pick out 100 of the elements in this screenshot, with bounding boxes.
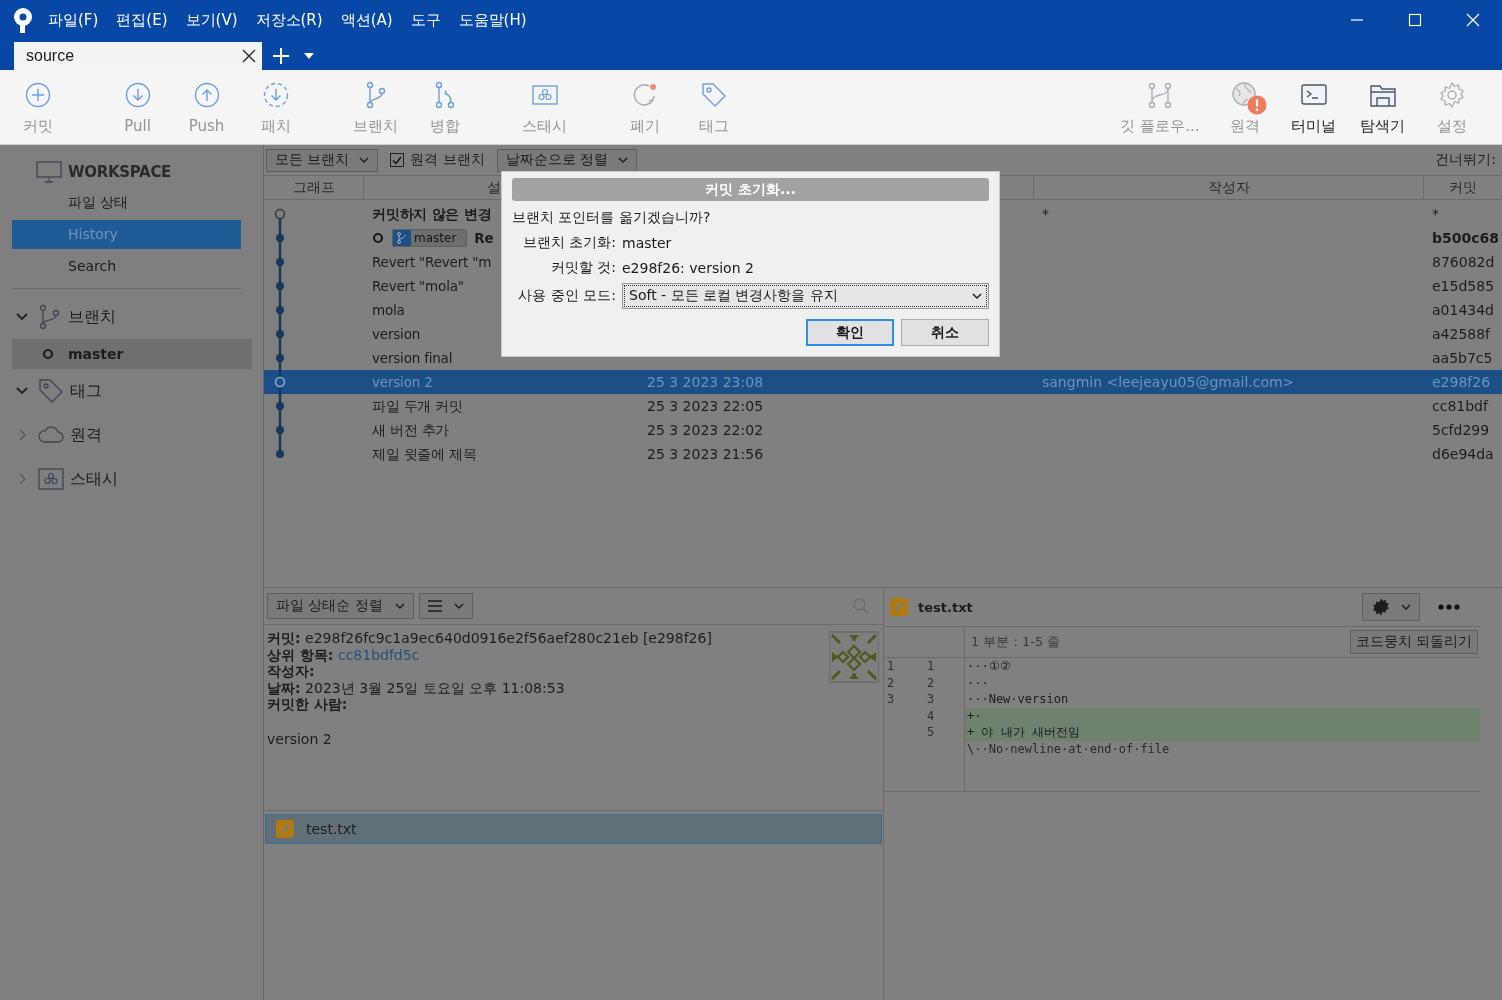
modified-file-icon	[890, 598, 908, 616]
commit-date: 25 3 2023 22:02	[646, 421, 765, 440]
list-icon	[427, 600, 442, 612]
branch-icon	[393, 230, 411, 246]
menu-item[interactable]: 파일(F)	[48, 10, 99, 30]
commit-message: 파일 두개 커밋	[372, 397, 463, 416]
settings-icon	[1371, 597, 1391, 617]
branch-dot-icon	[42, 348, 54, 360]
field-label: 사용 중인 모드:	[517, 287, 616, 305]
view-mode-button[interactable]	[418, 593, 473, 619]
sort-dropdown[interactable]: 날짜순으로 정렬	[496, 148, 638, 172]
sidebar-section[interactable]: 태그	[70, 380, 102, 402]
menu-item[interactable]: 도움말(H)	[458, 10, 527, 30]
commit-hash: d6e94da	[1431, 445, 1495, 464]
sidebar-section[interactable]: 원격	[70, 424, 102, 446]
app-logo	[12, 7, 34, 33]
add-tab-icon[interactable]	[272, 47, 290, 65]
code-line: \··No·newline·at·end·of·file	[964, 740, 1480, 757]
commit-hash: *	[1431, 205, 1440, 224]
menu-item[interactable]: 액션(A)	[340, 10, 393, 30]
flow-icon	[1146, 81, 1174, 109]
commit-hash: 5cfd299	[1431, 421, 1491, 440]
line-number: 3	[926, 691, 936, 708]
commit-date: 25 3 2023 21:56	[646, 445, 765, 464]
commit-message: 새 버전 추가	[372, 421, 450, 440]
dialog-question: 브랜치 포인터를 옮기겠습니까?	[512, 209, 712, 227]
commit-row[interactable]: version 2 25 3 2023 23:08 sangmin <leejeayu05@gmail.com> e298f26	[264, 370, 1502, 394]
caret-icon	[394, 603, 405, 609]
settings-icon	[1437, 81, 1466, 109]
file-name: test.txt	[918, 599, 973, 615]
dialog-button[interactable]: 확인	[806, 319, 894, 346]
commit-message: version 2	[372, 373, 433, 392]
branch-filter-dropdown[interactable]: 모든 브랜치	[266, 148, 379, 172]
commit-hash: a42588f	[1431, 325, 1492, 344]
commit-message: Re	[474, 229, 494, 248]
commit-author: sangmin <leejeayu05@gmail.com>	[1041, 373, 1296, 392]
menu-item[interactable]: 보기(V)	[185, 10, 238, 30]
commit-hash: 876082d	[1431, 253, 1496, 272]
line-number: 3	[886, 691, 896, 708]
hunk-header: 1 부분 : 1-5 줄	[970, 633, 1061, 651]
settings-dropdown[interactable]	[1362, 593, 1420, 621]
line-number: 2	[886, 674, 896, 691]
sidebar-item[interactable]: Search	[12, 252, 241, 281]
commit-message: version	[372, 325, 421, 344]
line-number: 5	[926, 724, 936, 741]
sort-dropdown[interactable]: 파일 상태순 정렬	[267, 593, 414, 619]
toolbar-button[interactable]: 터미널	[1279, 70, 1348, 144]
tag-icon	[699, 81, 728, 109]
section-title: WORKSPACE	[68, 163, 172, 181]
commit-message: Revert "Revert "m	[372, 253, 492, 272]
download-icon	[261, 81, 290, 109]
download-icon	[123, 81, 152, 109]
jump-label: 건너뛰기:	[1435, 151, 1496, 169]
file-row[interactable]: test.txt	[265, 814, 882, 844]
commit-date: 25 3 2023 23:08	[646, 373, 765, 392]
commit-hash: e15d585	[1431, 277, 1496, 296]
toolbar-button[interactable]: 탐색기	[1348, 70, 1417, 144]
field-label: 커밋한 사람:	[267, 696, 348, 713]
commit-date: 25 3 2023 22:05	[646, 397, 765, 416]
maximize-icon[interactable]	[1408, 13, 1422, 27]
sidebar-item[interactable]: 파일 상태	[12, 188, 241, 217]
dialog-title: 커밋 초기화...	[512, 178, 989, 201]
chevron-icon[interactable]	[16, 313, 28, 321]
menu-item[interactable]: 도구	[410, 10, 441, 30]
menu-item[interactable]: 저장소(R)	[255, 10, 323, 30]
checkbox[interactable]	[390, 153, 405, 167]
parent-link[interactable]: cc81bdfd5c	[337, 646, 420, 663]
dialog-button[interactable]: 취소	[901, 319, 989, 346]
branch-badge: master	[392, 229, 468, 247]
commit-message: version 2	[267, 730, 333, 748]
field-value: master	[622, 235, 673, 251]
sidebar-section[interactable]: 브랜치	[68, 306, 116, 328]
plus-icon	[23, 81, 52, 109]
sidebar-section[interactable]: 스태시	[70, 468, 118, 490]
avatar-icon	[829, 631, 879, 683]
code-line: ···①②	[964, 658, 1480, 675]
menu-item[interactable]: 편집(E)	[116, 10, 168, 30]
sidebar-item[interactable]: master	[12, 339, 252, 369]
commit-message: version final	[372, 349, 453, 368]
more-icon[interactable]	[1438, 604, 1460, 610]
caret-icon[interactable]	[304, 53, 314, 59]
field-label: 작성자:	[267, 663, 315, 680]
sidebar-item[interactable]: History	[12, 220, 241, 249]
column-header: 작성자	[1034, 176, 1424, 199]
field-label: 날짜:	[267, 679, 301, 696]
line-number: 2	[926, 674, 936, 691]
caret-icon	[453, 603, 464, 609]
commit-message: 제일 윗줄에 제목	[372, 445, 477, 464]
tab[interactable]: source	[14, 42, 262, 70]
close-icon[interactable]	[242, 49, 256, 63]
line-number: 1	[926, 658, 936, 675]
chevron-icon[interactable]	[16, 387, 28, 395]
revert-hunk-button[interactable]: 코드뭉치 되돌리기	[1349, 630, 1478, 654]
field-value: 2023년 3월 25일 토요일 오후 11:08:53	[305, 679, 565, 696]
commit-author: *	[1041, 205, 1050, 224]
commit-hash: aa5b7c5	[1431, 349, 1494, 368]
head-icon	[372, 232, 384, 244]
field-label: 상위 항목:	[267, 646, 334, 663]
field-label: 브랜치 초기화:	[521, 234, 616, 252]
mode-dropdown[interactable]: Soft - 모든 로컬 변경사항을 유지	[622, 283, 989, 309]
